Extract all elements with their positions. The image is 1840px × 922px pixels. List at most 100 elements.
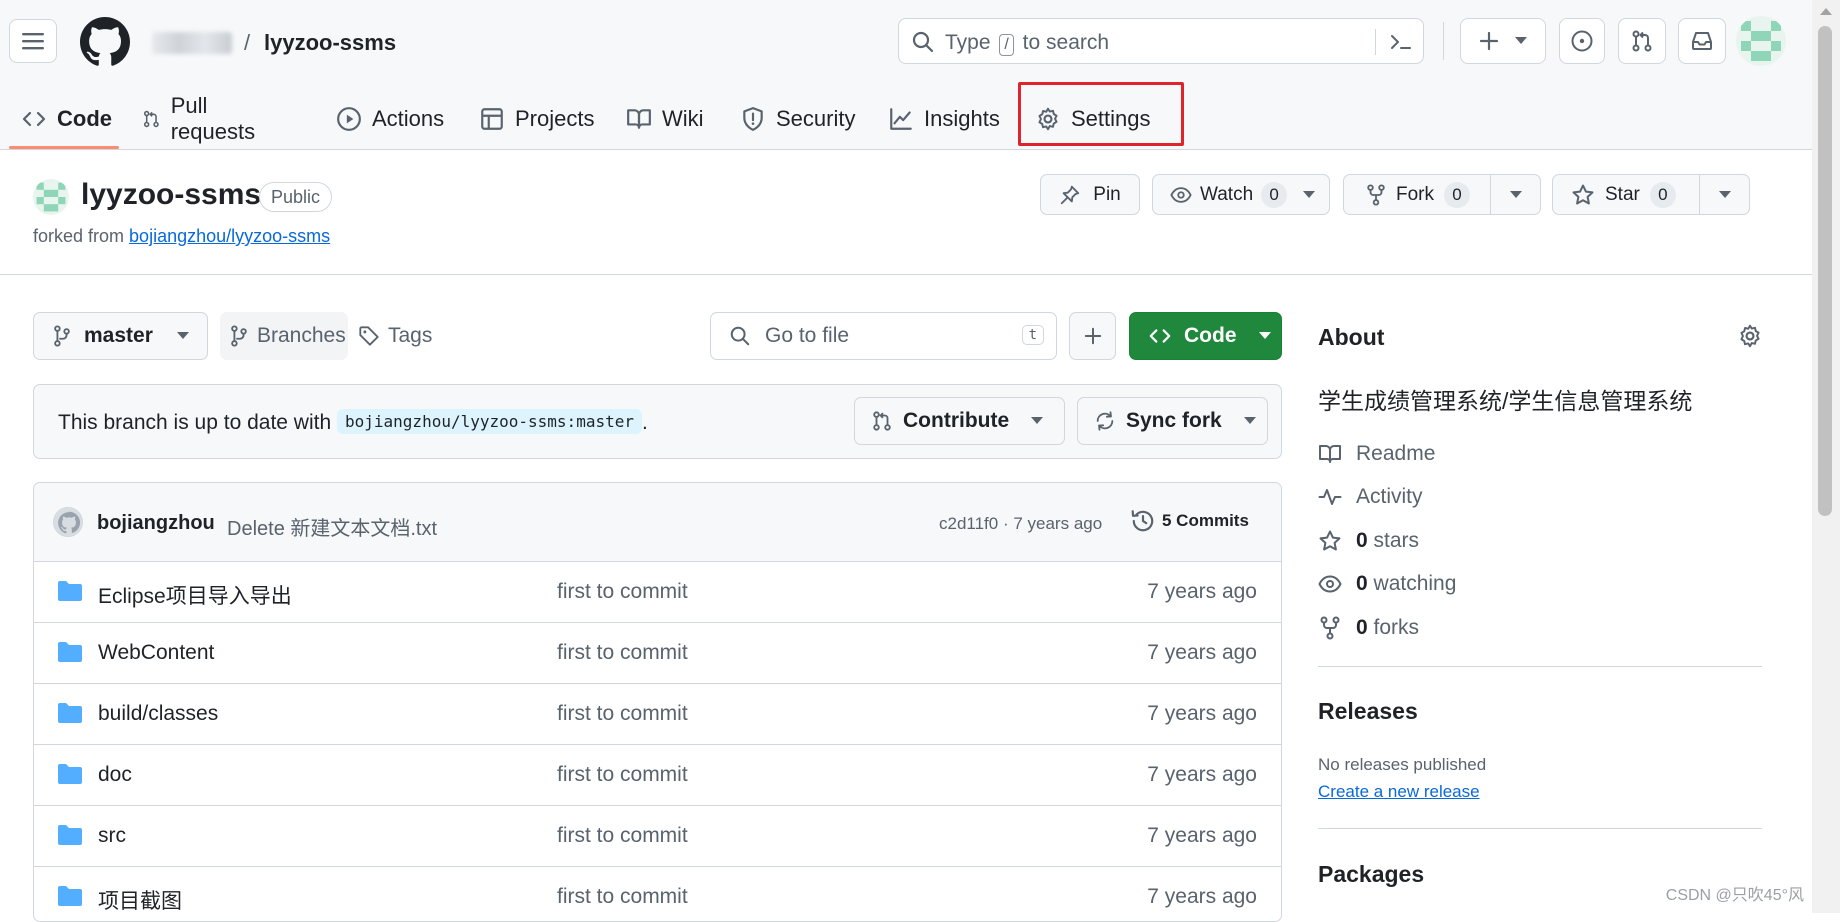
- tab-insights[interactable]: Insights: [888, 88, 1000, 150]
- branches-link[interactable]: Branches: [220, 312, 348, 360]
- inbox-button[interactable]: [1678, 18, 1726, 64]
- sync-fork-label: Sync fork: [1126, 409, 1222, 433]
- owner-name-redacted[interactable]: [152, 32, 232, 54]
- fork-button-group: Fork 0: [1343, 174, 1541, 215]
- go-to-file-input[interactable]: Go to file t: [710, 312, 1057, 360]
- settings-highlight-box: [1018, 82, 1184, 146]
- tab-code[interactable]: Code: [21, 88, 112, 150]
- forks-label: forks: [1374, 616, 1420, 639]
- pull-requests-button[interactable]: [1618, 18, 1666, 64]
- github-logo-icon[interactable]: [80, 17, 130, 67]
- tab-pull-requests[interactable]: Pull requests: [142, 88, 262, 150]
- upstream-ref-chip[interactable]: bojiangzhou/lyyzoo-ssms:master: [337, 409, 642, 434]
- contribute-button[interactable]: Contribute: [854, 397, 1065, 445]
- tags-link[interactable]: Tags: [358, 324, 432, 348]
- search-shortcut-key: /: [999, 34, 1013, 56]
- repo-owner-avatar[interactable]: [33, 179, 69, 215]
- packages-heading[interactable]: Packages: [1318, 861, 1424, 888]
- edit-about-button[interactable]: [1737, 323, 1763, 349]
- issue-opened-icon: [1570, 29, 1594, 53]
- file-row[interactable]: src first to commit 7 years ago: [34, 806, 1281, 867]
- issues-button[interactable]: [1559, 18, 1605, 64]
- menu-button[interactable]: [9, 19, 57, 63]
- branch-status-box: This branch is up to date with bojiangzh…: [33, 384, 1282, 459]
- file-name[interactable]: build/classes: [98, 702, 218, 726]
- file-commit-message[interactable]: first to commit: [557, 885, 688, 909]
- forked-from-prefix: forked from: [33, 226, 124, 246]
- search-input[interactable]: Type / to search: [898, 18, 1424, 64]
- star-dropdown-button[interactable]: [1700, 175, 1749, 214]
- file-commit-message[interactable]: first to commit: [557, 824, 688, 848]
- star-button[interactable]: Star 0: [1553, 175, 1699, 214]
- search-placeholder-prefix: Type: [945, 31, 991, 54]
- forks-link[interactable]: 0 forks: [1318, 616, 1419, 640]
- pin-button[interactable]: Pin: [1040, 174, 1140, 215]
- search-divider: [1375, 29, 1376, 55]
- file-row[interactable]: 项目截图 first to commit 7 years ago: [34, 867, 1281, 922]
- folder-icon: [57, 702, 83, 724]
- commits-count-label: 5 Commits: [1162, 511, 1249, 531]
- branch-status-period: .: [642, 411, 648, 434]
- play-icon: [336, 106, 362, 132]
- page-scrollbar[interactable]: [1812, 0, 1840, 913]
- sync-icon: [1094, 410, 1116, 432]
- file-name[interactable]: WebContent: [98, 641, 214, 665]
- file-commit-message[interactable]: first to commit: [557, 580, 688, 604]
- user-avatar[interactable]: [1736, 16, 1786, 66]
- repo-title[interactable]: lyyzoo-ssms: [81, 178, 261, 212]
- git-branch-icon: [52, 325, 72, 347]
- file-row[interactable]: WebContent first to commit 7 years ago: [34, 623, 1281, 684]
- file-name[interactable]: Eclipse项目导入导出: [98, 580, 292, 610]
- repo-description: 学生成绩管理系统/学生信息管理系统: [1318, 382, 1692, 416]
- file-row[interactable]: build/classes first to commit 7 years ag…: [34, 684, 1281, 745]
- commit-author-avatar[interactable]: [53, 507, 83, 537]
- watch-button[interactable]: Watch 0: [1152, 174, 1330, 215]
- star-label: Star: [1605, 184, 1640, 206]
- file-row[interactable]: doc first to commit 7 years ago: [34, 745, 1281, 806]
- file-commit-message[interactable]: first to commit: [557, 641, 688, 665]
- file-commit-date: 7 years ago: [1147, 641, 1257, 665]
- file-name[interactable]: doc: [98, 763, 132, 787]
- tab-security[interactable]: Security: [740, 88, 855, 150]
- git-branch-icon: [229, 325, 249, 347]
- readme-link[interactable]: Readme: [1318, 442, 1435, 466]
- watching-link[interactable]: 0 watching: [1318, 572, 1456, 596]
- commit-hash-and-time[interactable]: c2d11f0 · 7 years ago: [939, 514, 1102, 534]
- activity-link[interactable]: Activity: [1318, 485, 1423, 509]
- scroll-up-arrow-icon[interactable]: [1820, 8, 1832, 15]
- releases-heading[interactable]: Releases: [1318, 698, 1418, 725]
- scrollbar-thumb[interactable]: [1818, 26, 1832, 516]
- forked-from-link[interactable]: bojiangzhou/lyyzoo-ssms: [129, 226, 330, 246]
- star-button-group: Star 0: [1552, 174, 1750, 215]
- tab-actions[interactable]: Actions: [336, 88, 444, 150]
- branch-selector[interactable]: master: [33, 312, 208, 360]
- watching-text: 0 watching: [1356, 572, 1456, 596]
- tab-wiki[interactable]: Wiki: [626, 88, 704, 150]
- code-dropdown-button[interactable]: Code: [1129, 312, 1282, 360]
- commits-link[interactable]: 5 Commits: [1130, 508, 1249, 534]
- create-new-button[interactable]: [1460, 18, 1546, 64]
- tab-insights-label: Insights: [924, 106, 1000, 132]
- breadcrumb-repo-link[interactable]: lyyzoo-ssms: [264, 30, 396, 56]
- commit-author[interactable]: bojiangzhou: [97, 512, 215, 535]
- tab-security-label: Security: [776, 106, 855, 132]
- sync-fork-button[interactable]: Sync fork: [1077, 397, 1268, 445]
- file-name[interactable]: src: [98, 824, 126, 848]
- file-row[interactable]: Eclipse项目导入导出 first to commit 7 years ag…: [34, 562, 1281, 623]
- fork-dropdown-button[interactable]: [1491, 175, 1540, 214]
- command-palette-icon[interactable]: [1389, 30, 1413, 54]
- folder-icon: [57, 641, 83, 663]
- commit-message[interactable]: Delete 新建文本文档.txt: [227, 512, 437, 541]
- tab-projects[interactable]: Projects: [479, 88, 594, 150]
- file-commit-date: 7 years ago: [1147, 824, 1257, 848]
- file-commit-message[interactable]: first to commit: [557, 763, 688, 787]
- file-name[interactable]: 项目截图: [98, 885, 182, 915]
- create-release-link[interactable]: Create a new release: [1318, 782, 1480, 802]
- file-commit-message[interactable]: first to commit: [557, 702, 688, 726]
- search-placeholder: Type / to search: [945, 31, 1109, 56]
- stars-link[interactable]: 0 stars: [1318, 529, 1419, 553]
- search-icon: [911, 30, 935, 54]
- fork-button[interactable]: Fork 0: [1344, 175, 1490, 214]
- add-file-button[interactable]: [1069, 312, 1116, 360]
- file-commit-date: 7 years ago: [1147, 580, 1257, 604]
